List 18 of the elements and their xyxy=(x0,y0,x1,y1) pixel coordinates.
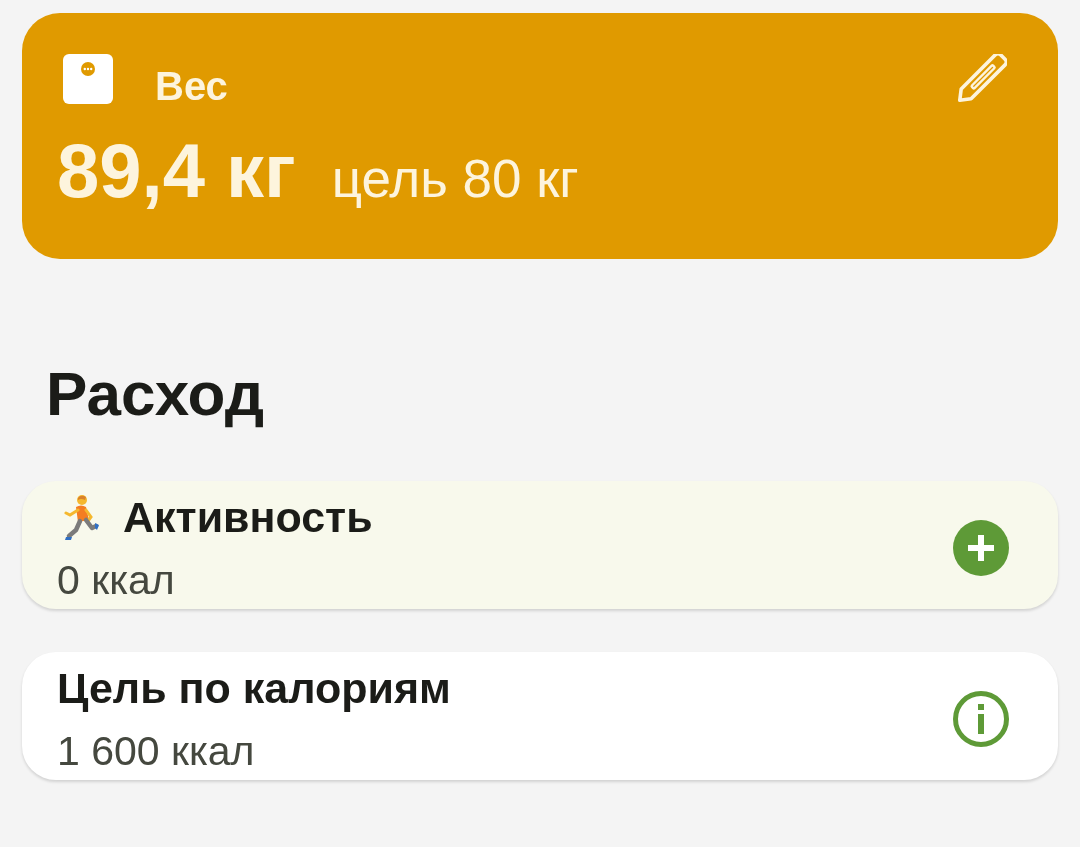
runner-icon xyxy=(63,493,100,541)
weight-value: 89,4 кг xyxy=(57,128,296,214)
card-value: 0 ккал xyxy=(57,556,176,604)
section-title: Расход xyxy=(46,359,266,429)
edit-button[interactable] xyxy=(955,54,1007,104)
weight-title: Вес xyxy=(155,63,228,110)
info-icon xyxy=(953,691,1009,747)
add-button[interactable] xyxy=(953,520,1009,576)
pencil-icon xyxy=(955,54,1007,104)
activity-card[interactable]: Активность 0 ккал xyxy=(22,481,1058,609)
info-button[interactable] xyxy=(953,691,1009,747)
card-title: Цель по калориям xyxy=(57,663,451,713)
card-title: Активность xyxy=(123,492,373,542)
calorie-goal-card[interactable]: Цель по калориям 1 600 ккал xyxy=(22,652,1058,780)
scale-icon xyxy=(63,54,113,104)
card-value: 1 600 ккал xyxy=(57,727,256,775)
plus-icon xyxy=(953,520,1009,576)
weight-goal: цель 80 кг xyxy=(331,149,579,209)
